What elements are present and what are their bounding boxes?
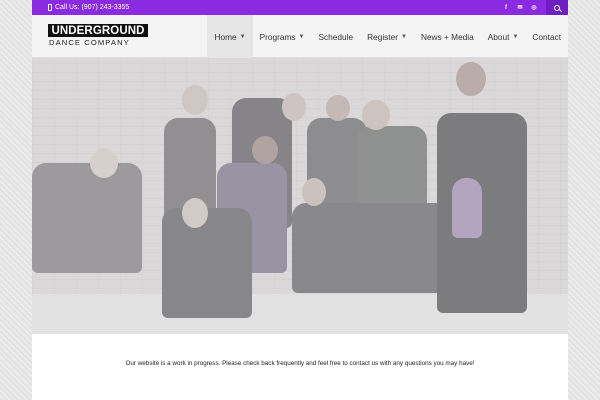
nav-schedule[interactable]: Schedule <box>311 15 360 58</box>
logo[interactable]: UNDERGROUND DANCE COMPANY <box>48 24 148 49</box>
phone-icon <box>48 4 52 11</box>
nav-register[interactable]: Register ▼ <box>360 15 414 58</box>
phone-info[interactable]: Call Us: (907) 243-3355 <box>48 4 129 11</box>
hero-image <box>32 58 568 334</box>
site-header: UNDERGROUND DANCE COMPANY Home ▼ Programs… <box>32 15 568 58</box>
logo-line2: DANCE COMPANY <box>49 38 130 47</box>
chevron-down-icon: ▼ <box>298 33 305 40</box>
nav-label: Programs <box>259 31 296 42</box>
chevron-down-icon: ▼ <box>512 33 519 40</box>
facebook-icon[interactable]: f <box>499 0 513 15</box>
logo-line1: UNDERGROUND <box>48 24 148 37</box>
chevron-down-icon: ▼ <box>401 33 407 40</box>
nav-programs[interactable]: Programs ▼ <box>253 15 312 58</box>
search-button[interactable] <box>546 0 568 15</box>
instagram-icon[interactable]: ◎ <box>527 0 541 15</box>
nav-label: About <box>487 31 510 42</box>
nav-about[interactable]: About ▼ <box>481 15 526 58</box>
search-icon <box>554 4 560 11</box>
nav-label: News + Media <box>420 31 474 42</box>
nav-label: Contact <box>532 31 561 42</box>
main-nav: Home ▼ Programs ▼ Schedule Register ▼ News … <box>207 15 568 58</box>
hero-overlay <box>32 58 568 334</box>
nav-label: Register <box>367 31 398 42</box>
work-in-progress-notice: Our website is a work in progress. Pleas… <box>125 360 475 367</box>
main-content: Our website is a work in progress. Pleas… <box>32 334 568 400</box>
nav-contact[interactable]: Contact <box>525 15 568 58</box>
chevron-down-icon: ▼ <box>239 33 246 40</box>
nav-label: Schedule <box>318 31 354 42</box>
nav-news-media[interactable]: News + Media <box>414 15 481 58</box>
nav-label: Home <box>214 31 237 42</box>
top-bar: Call Us: (907) 243-3355 f ✉ ◎ <box>32 0 568 15</box>
social-links: f ✉ ◎ <box>499 0 568 15</box>
phone-text: Call Us: (907) 243-3355 <box>55 4 130 11</box>
nav-home[interactable]: Home ▼ <box>207 15 253 58</box>
email-icon[interactable]: ✉ <box>513 0 527 15</box>
